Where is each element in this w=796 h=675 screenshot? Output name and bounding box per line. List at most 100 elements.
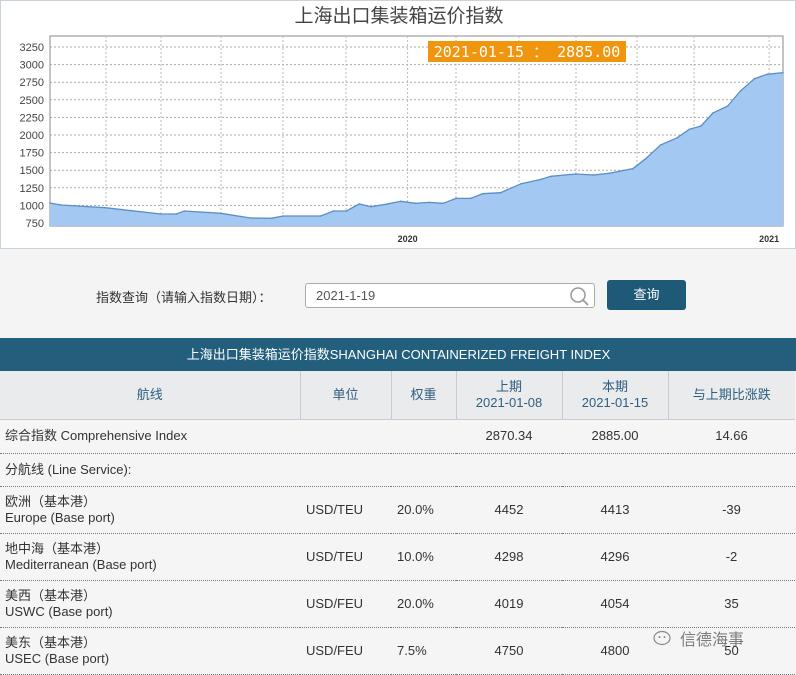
data-point xyxy=(455,197,457,200)
cell-unit: USD/TEU xyxy=(300,486,391,534)
table-row-section: 分航线 (Line Service): xyxy=(0,453,795,487)
cell-unit: USD/FEU xyxy=(300,580,391,628)
chart-title: 上海出口集装箱运价指数 xyxy=(294,5,503,27)
header-prev: 上期 2021-01-08 xyxy=(456,371,563,420)
data-point xyxy=(574,173,577,175)
chart-panel: 上海出口集装箱运价指数 750 1000 1250 1500 1750 2000 2250 25… xyxy=(0,0,796,249)
data-point xyxy=(540,178,542,181)
data-point xyxy=(175,213,178,215)
data-point xyxy=(442,202,444,205)
data-point xyxy=(60,204,62,206)
data-point xyxy=(739,90,742,92)
route-cn: 欧洲（基本港） xyxy=(5,493,97,509)
data-point xyxy=(345,210,348,212)
cell-prev: 4298 xyxy=(456,533,562,581)
table-row: 地中海（基本港） Mediterranean (Base port) USD/TE… xyxy=(0,533,795,581)
cell-change: 35 xyxy=(668,580,795,628)
cell-unit: USD/FEU xyxy=(300,627,391,675)
y-tick-label: 3000 xyxy=(20,60,44,72)
cell-change: 14.66 xyxy=(668,419,795,454)
section-label: 分航线 (Line Service): xyxy=(0,453,795,487)
data-point xyxy=(282,215,284,217)
header-cur-date: 2021-01-15 xyxy=(581,394,649,410)
data-point xyxy=(332,210,335,212)
data-point xyxy=(159,213,162,215)
data-point xyxy=(608,172,610,175)
y-tick-label: 2750 xyxy=(20,77,44,89)
y-tick-label: 1750 xyxy=(20,148,44,160)
data-point xyxy=(428,201,431,204)
y-tick-label: 2500 xyxy=(20,95,44,107)
data-point xyxy=(753,77,756,80)
cell-route: 美东（基本港） USEC (Base port) xyxy=(0,627,300,675)
cell-route: 美西（基本港） USWC (Base port) xyxy=(0,580,300,628)
header-prev-label: 上期 xyxy=(495,378,522,394)
cell-route: 地中海（基本港） Mediterranean (Base port) xyxy=(0,533,300,581)
search-icon[interactable] xyxy=(568,286,590,306)
header-prev-date: 2021-01-08 xyxy=(475,394,543,410)
cell-cur: 4413 xyxy=(562,486,668,534)
data-point xyxy=(481,192,484,195)
route-cn: 美东（基本港） xyxy=(5,634,97,650)
data-point xyxy=(499,191,502,194)
data-point xyxy=(370,205,372,208)
cell-weight: 7.5% xyxy=(391,627,456,675)
data-point xyxy=(632,167,634,170)
data-point xyxy=(782,71,784,74)
route-en: Europe (Base port) xyxy=(5,509,115,525)
data-point xyxy=(659,144,662,146)
header-change: 与上期比涨跌 xyxy=(668,371,795,420)
route-en: USEC (Base port) xyxy=(5,650,110,666)
cell-prev: 4019 xyxy=(456,580,562,628)
tooltip-text: 2021-01-15 ： 2885.00 xyxy=(434,43,621,61)
data-point xyxy=(104,206,107,209)
query-button[interactable]: 查询 xyxy=(607,280,686,310)
data-point xyxy=(319,215,322,217)
cell-route: 综合指数 Comprehensive Index xyxy=(0,419,300,454)
data-point xyxy=(550,175,552,178)
y-tick-label: 2250 xyxy=(20,112,44,124)
data-point xyxy=(385,203,387,206)
y-tick-label: 1250 xyxy=(20,183,44,195)
data-point xyxy=(470,197,472,200)
scfi-table: 上海出口集装箱运价指数SHANGHAI CONTAINERIZED FREIGH… xyxy=(0,338,796,675)
data-point xyxy=(220,212,222,215)
watermark-text: 信德海事 xyxy=(680,632,745,649)
data-point xyxy=(688,128,690,131)
freight-index-chart[interactable]: 上海出口集装箱运价指数 750 1000 1250 1500 1750 2000 2250 25… xyxy=(1,1,796,250)
cell-weight: 20.0% xyxy=(391,486,456,534)
data-point xyxy=(676,136,679,139)
cell-unit: USD/TEU xyxy=(300,533,391,581)
header-cur: 本期 2021-01-15 xyxy=(562,371,669,420)
data-point xyxy=(49,202,51,204)
cell-weight: 10.0% xyxy=(391,533,456,581)
data-point xyxy=(592,174,595,176)
route-cn: 地中海（基本港） xyxy=(5,540,110,556)
header-weight: 权重 xyxy=(391,371,457,420)
header-unit: 单位 xyxy=(300,371,392,420)
data-point xyxy=(766,73,768,76)
y-tick-label: 750 xyxy=(26,218,44,230)
data-point xyxy=(644,157,647,160)
header-cur-label: 本期 xyxy=(601,378,628,394)
cell-unit xyxy=(300,419,391,454)
route-en: USWC (Base port) xyxy=(5,603,113,619)
data-point xyxy=(358,203,361,205)
data-point xyxy=(520,182,523,185)
x-tick-label: 2020 xyxy=(398,234,418,244)
cell-weight: 20.0% xyxy=(391,580,456,628)
data-point xyxy=(712,112,714,114)
cell-prev: 4452 xyxy=(456,486,562,534)
table-title: 上海出口集装箱运价指数SHANGHAI CONTAINERIZED FREIGH… xyxy=(0,338,796,371)
table-row-comprehensive: 综合指数 Comprehensive Index 2870.34 2885.00… xyxy=(0,419,795,454)
data-point xyxy=(399,200,402,203)
date-input[interactable]: 2021-1-19 xyxy=(305,283,595,308)
data-point xyxy=(726,105,729,107)
y-tick-label: 2000 xyxy=(20,130,44,142)
cell-cur: 4054 xyxy=(562,580,668,628)
data-point xyxy=(249,217,252,219)
cell-weight xyxy=(391,419,456,454)
data-point xyxy=(414,202,417,205)
cell-cur: 4296 xyxy=(562,533,668,581)
y-tick-label: 3250 xyxy=(20,42,44,54)
